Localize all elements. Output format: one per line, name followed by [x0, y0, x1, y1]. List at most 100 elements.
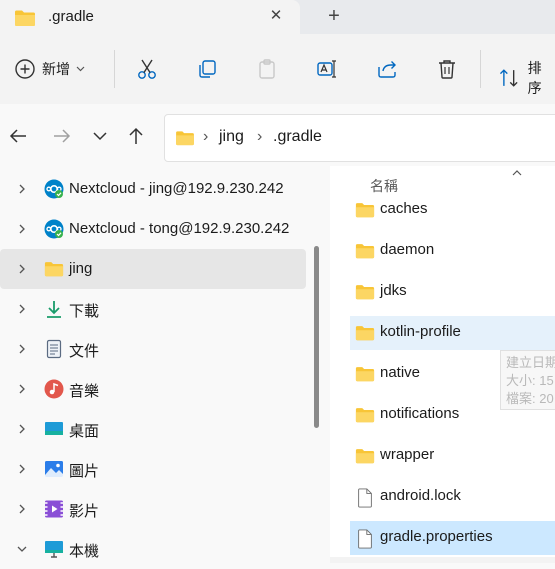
nav-item-label: 圖片: [69, 463, 100, 480]
nav-item-label: 下載: [69, 303, 100, 320]
delete-icon[interactable]: [436, 58, 458, 80]
forward-icon[interactable]: [52, 126, 72, 146]
document-icon: [46, 339, 62, 359]
nav-scrollbar-thumb[interactable]: [314, 246, 319, 428]
nav-item-label: 音樂: [69, 383, 100, 400]
nav-item-label: 桌面: [69, 423, 100, 440]
nav-item-pictures[interactable]: 圖片: [0, 449, 306, 489]
folder-icon: [355, 449, 375, 464]
new-tab-button[interactable]: +: [322, 4, 346, 28]
breadcrumb-chevron-icon[interactable]: ›: [257, 128, 262, 146]
file-name: wrapper: [380, 446, 435, 463]
file-row-kotlin-profile[interactable]: kotlin-profile: [350, 316, 555, 350]
sort-ascending-icon[interactable]: [511, 168, 523, 178]
recent-locations-icon[interactable]: [90, 126, 110, 146]
nav-item-music[interactable]: 音樂: [0, 369, 306, 409]
folder-icon: [176, 131, 194, 146]
nav-item-jing[interactable]: jing: [0, 249, 306, 289]
file-row-wrapper[interactable]: wrapper: [350, 439, 555, 473]
nav-item-label: Nextcloud - tong@192.9.230.242: [69, 220, 290, 237]
music-icon: [44, 379, 64, 399]
pictures-icon: [45, 461, 63, 477]
chevron-right-icon[interactable]: [16, 502, 28, 516]
chevron-right-icon[interactable]: [16, 222, 28, 236]
desktop-icon: [45, 422, 63, 435]
tab-gradle[interactable]: .gradle ✕: [0, 0, 300, 36]
close-tab-icon[interactable]: ✕: [266, 6, 286, 26]
videos-icon: [45, 500, 63, 518]
tooltip-line: 大小: 15: [506, 373, 554, 388]
folder-icon: [355, 285, 375, 300]
chevron-right-icon[interactable]: [16, 302, 28, 316]
chevron-right-icon[interactable]: [16, 262, 28, 276]
chevron-right-icon[interactable]: [16, 382, 28, 396]
nav-item-nextcloud-tong[interactable]: Nextcloud - tong@192.9.230.242: [0, 209, 306, 249]
file-row-gradle-properties[interactable]: gradle.properties: [350, 521, 555, 555]
nav-item-label: jing: [69, 260, 93, 277]
sort-button[interactable]: 排序: [498, 58, 555, 98]
folder-icon: [44, 262, 64, 277]
back-icon[interactable]: [8, 126, 28, 146]
file-name: gradle.properties: [380, 528, 493, 545]
file-name: native: [380, 364, 421, 381]
file-row-jdks[interactable]: jdks: [350, 275, 555, 309]
chevron-down-icon: [76, 66, 85, 72]
share-icon[interactable]: [376, 58, 398, 80]
tab-title: .gradle: [48, 8, 94, 25]
copy-icon[interactable]: [196, 58, 218, 80]
nav-item-this-pc[interactable]: 本機: [0, 529, 306, 569]
file-info-tooltip: 建立日期 大小: 15 檔案: 20: [500, 350, 555, 410]
command-bar: 新增 排序: [0, 34, 555, 105]
file-row-daemon[interactable]: daemon: [350, 234, 555, 268]
tab-strip: .gradle ✕ +: [0, 0, 555, 36]
sort-button-label: 排序: [527, 60, 542, 96]
chevron-right-icon[interactable]: [16, 342, 28, 356]
breadcrumb-gradle[interactable]: .gradle: [273, 128, 322, 146]
this-pc-icon: [45, 541, 63, 558]
folder-icon: [355, 408, 375, 423]
new-button-label: 新增: [42, 61, 70, 77]
tooltip-line: 檔案: 20: [506, 391, 554, 406]
horizontal-scrollbar[interactable]: [330, 557, 555, 563]
folder-icon: [355, 203, 375, 218]
folder-icon: [355, 367, 375, 382]
file-row-caches[interactable]: caches: [350, 193, 555, 227]
download-icon: [47, 301, 61, 318]
nav-item-nextcloud-jing[interactable]: Nextcloud - jing@192.9.230.242: [0, 169, 306, 209]
nav-item-label: Nextcloud - jing@192.9.230.242: [69, 180, 284, 197]
file-name: caches: [380, 200, 428, 217]
nextcloud-icon: [44, 219, 64, 239]
up-icon[interactable]: [126, 126, 146, 146]
chevron-right-icon[interactable]: [16, 462, 28, 476]
nav-item-desktop[interactable]: 桌面: [0, 409, 306, 449]
breadcrumb-chevron-icon[interactable]: ›: [203, 128, 208, 146]
cut-icon[interactable]: [136, 58, 158, 80]
folder-icon: [355, 326, 375, 341]
nav-item-label: 本機: [69, 543, 100, 560]
nav-item-downloads[interactable]: 下載: [0, 289, 306, 329]
nextcloud-icon: [44, 179, 64, 199]
file-icon: [358, 529, 372, 549]
chevron-down-icon[interactable]: [16, 542, 28, 556]
nav-item-documents[interactable]: 文件: [0, 329, 306, 369]
nav-item-videos[interactable]: 影片: [0, 489, 306, 529]
file-name: daemon: [380, 241, 435, 258]
address-bar[interactable]: › jing › .gradle: [164, 114, 555, 162]
toolbar-divider: [480, 50, 481, 88]
folder-icon: [15, 10, 35, 26]
file-name: android.lock: [380, 487, 461, 504]
rename-icon[interactable]: [316, 58, 338, 80]
address-row: › jing › .gradle: [0, 104, 555, 166]
toolbar-divider: [114, 50, 115, 88]
file-row-android-lock[interactable]: android.lock: [350, 480, 555, 514]
chevron-right-icon[interactable]: [16, 182, 28, 196]
new-button[interactable]: 新增: [14, 56, 85, 82]
file-name: kotlin-profile: [380, 323, 461, 340]
plus-circle-icon: [15, 59, 35, 79]
file-name: notifications: [380, 405, 460, 422]
chevron-right-icon[interactable]: [16, 422, 28, 436]
folder-icon: [355, 244, 375, 259]
file-name: jdks: [380, 282, 407, 299]
file-icon: [358, 488, 372, 508]
breadcrumb-jing[interactable]: jing: [219, 128, 244, 146]
